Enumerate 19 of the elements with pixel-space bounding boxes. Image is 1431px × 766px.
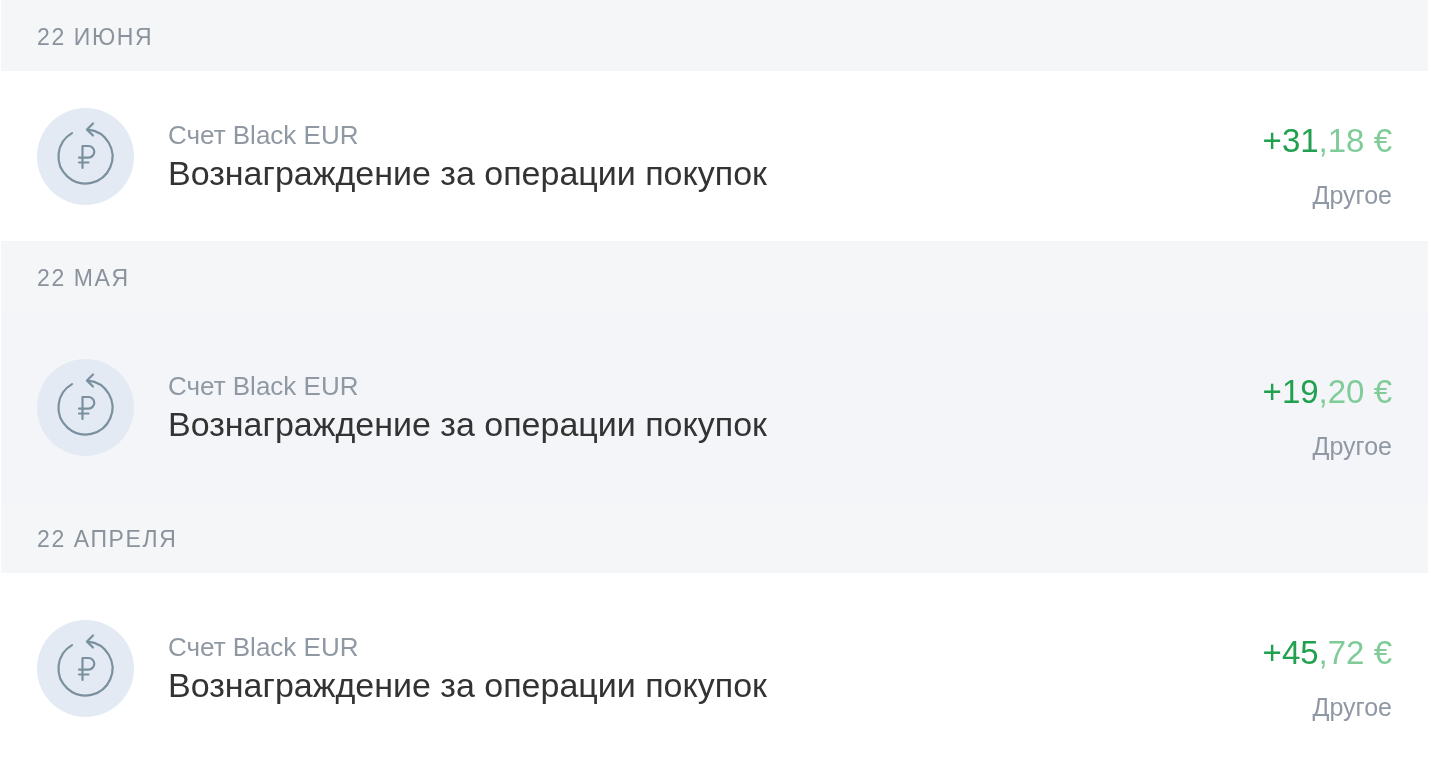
ruble-refresh-icon bbox=[37, 358, 134, 456]
operation-title: Вознаграждение за операции покупок bbox=[168, 403, 767, 444]
amount: +31,18 € bbox=[1262, 122, 1392, 160]
ruble-refresh-icon bbox=[37, 107, 134, 205]
amount: +45,72 € bbox=[1262, 634, 1392, 672]
ruble-refresh-icon bbox=[37, 619, 134, 717]
operation-title: Вознаграждение за операции покупок bbox=[168, 664, 767, 705]
account-name: Счет Black EUR bbox=[168, 631, 359, 662]
date-heading: 22 ИЮНЯ bbox=[37, 24, 154, 51]
category-label: Другое bbox=[1312, 692, 1392, 722]
operation-row[interactable]: Счет Black EUR Вознаграждение за операции покупок +19,20 € Другое bbox=[1, 312, 1428, 502]
amount: +19,20 € bbox=[1262, 373, 1392, 411]
operation-title: Вознаграждение за операции покупок bbox=[168, 152, 767, 193]
category-label: Другое bbox=[1312, 180, 1392, 210]
account-name: Счет Black EUR bbox=[168, 119, 359, 150]
category-label: Другое bbox=[1312, 431, 1392, 461]
account-name: Счет Black EUR bbox=[168, 370, 359, 401]
date-heading: 22 АПРЕЛЯ bbox=[37, 526, 178, 553]
date-heading: 22 МАЯ bbox=[37, 265, 130, 292]
